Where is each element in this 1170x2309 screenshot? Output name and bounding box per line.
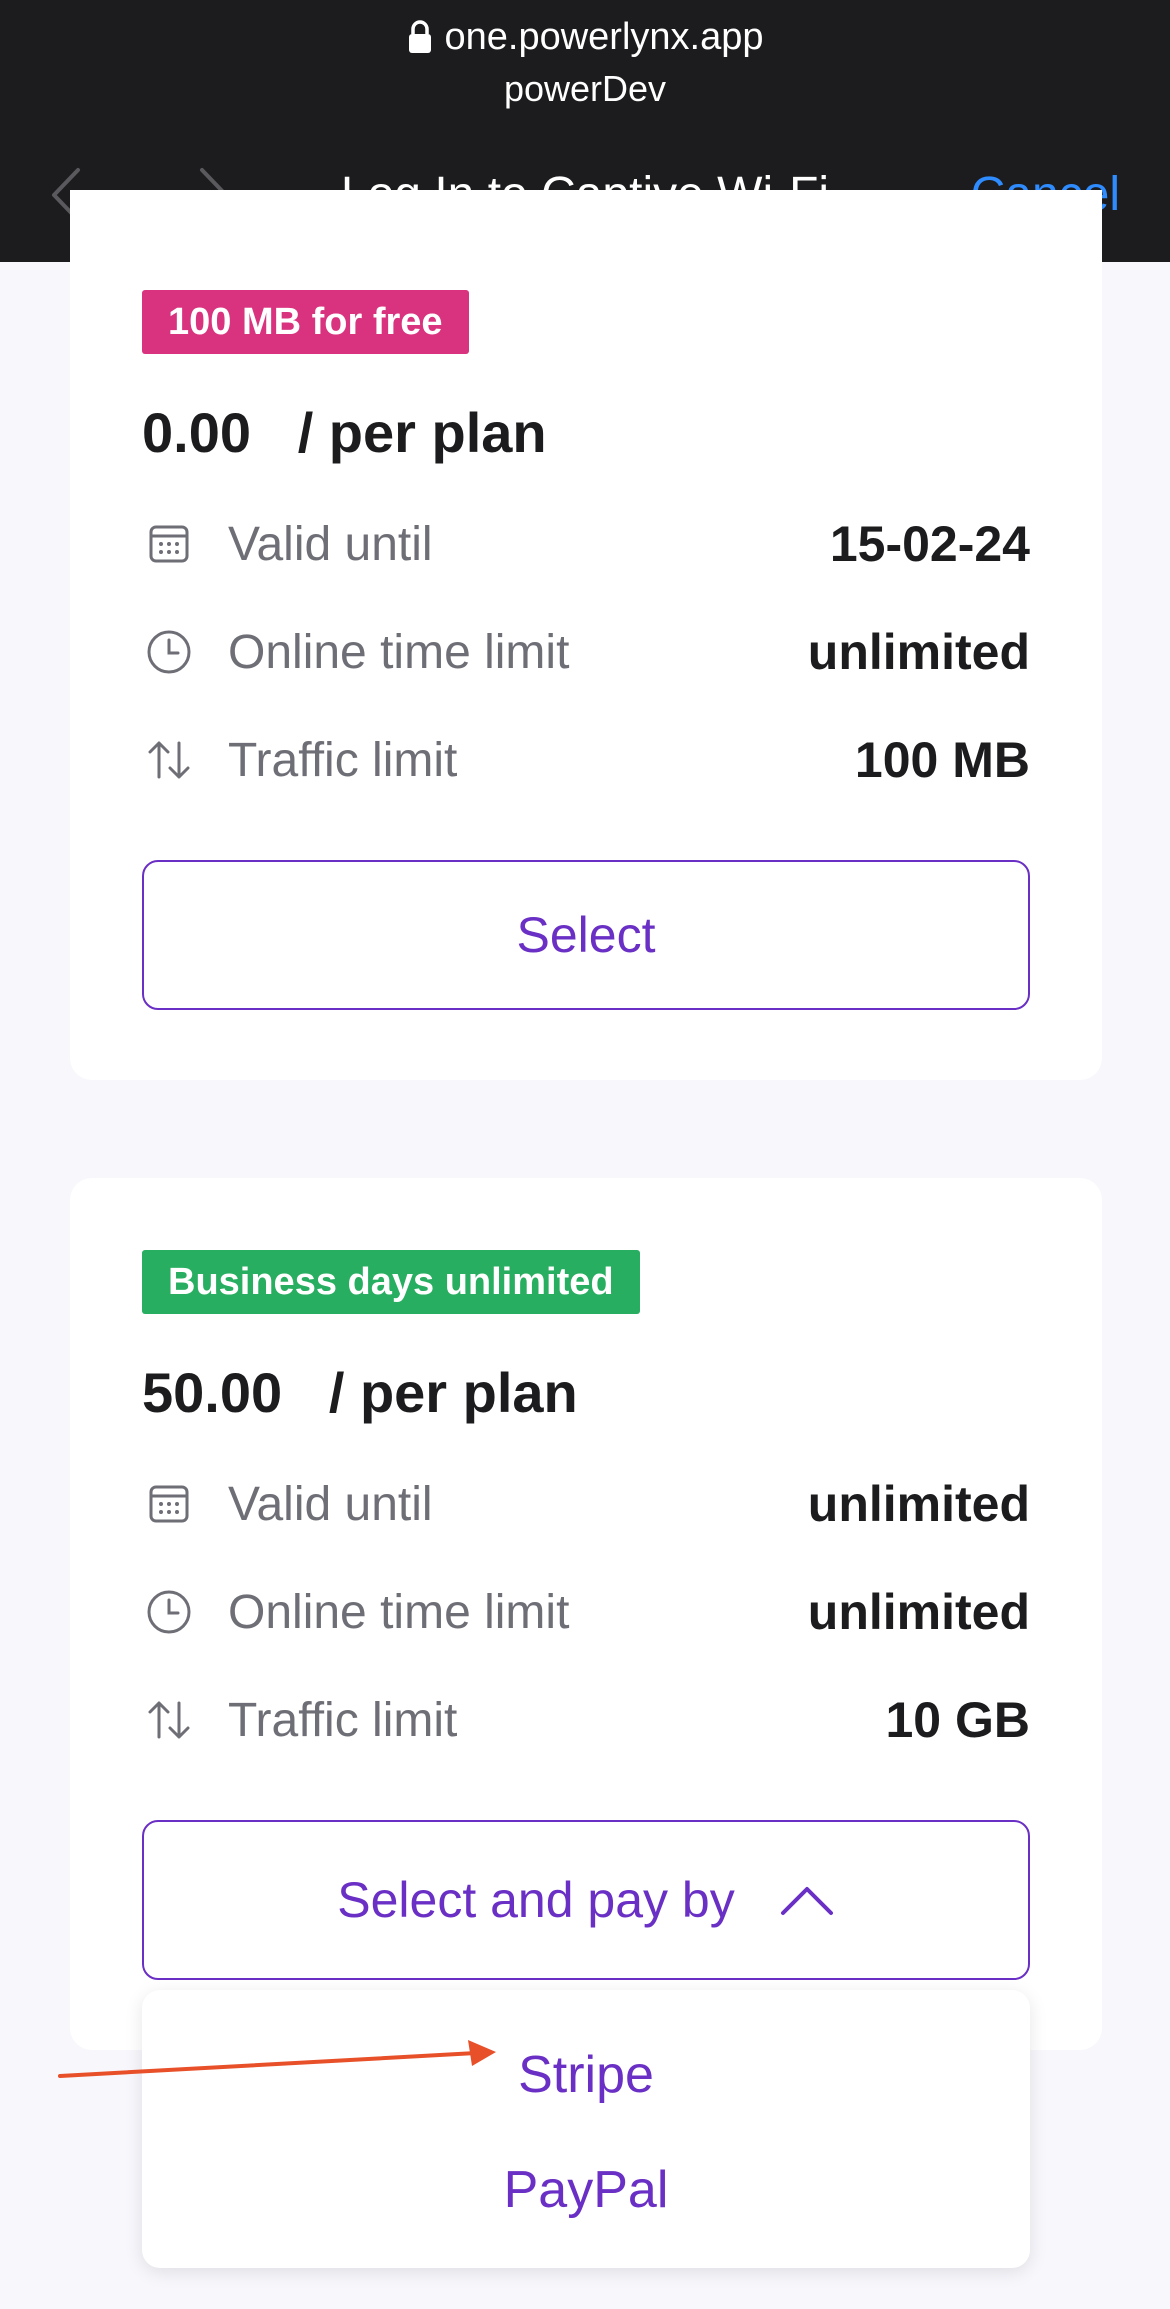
feature-label: Valid until — [228, 517, 433, 571]
feature-value: unlimited — [807, 624, 1030, 680]
plan-card-business: Business days unlimited 50.00 / per plan… — [70, 1178, 1102, 2050]
url-display: one.powerlynx.app — [0, 12, 1170, 62]
plan-price: 0.00 / per plan — [142, 400, 547, 465]
payment-option-paypal[interactable]: PayPal — [142, 2130, 1030, 2250]
up-down-arrows-icon — [148, 741, 190, 779]
select-and-pay-button[interactable]: Select and pay by — [142, 1820, 1030, 1980]
select-and-pay-label: Select and pay by — [337, 1872, 735, 1928]
select-button-label: Select — [516, 907, 656, 963]
feature-valid-until: Valid until 15-02-24 — [142, 504, 1030, 584]
feature-value: unlimited — [807, 1584, 1030, 1640]
feature-valid-until: Valid until unlimited — [142, 1464, 1030, 1544]
site-subtitle: powerDev — [503, 68, 667, 109]
clock-icon — [147, 1590, 191, 1634]
clock-icon — [147, 630, 191, 674]
feature-label: Traffic limit — [228, 1693, 458, 1747]
plan-badge: 100 MB for free — [142, 290, 469, 354]
annotation-arrow-icon — [58, 2040, 496, 2078]
price-amount: 0.00 — [142, 401, 251, 464]
feature-label: Online time limit — [228, 625, 570, 679]
feature-traffic: Traffic limit 100 MB — [142, 720, 1030, 800]
feature-value: 15-02-24 — [829, 516, 1030, 572]
feature-label: Traffic limit — [228, 733, 458, 787]
feature-value: 100 MB — [854, 732, 1030, 788]
feature-online-time: Online time limit unlimited — [142, 612, 1030, 692]
plan-card-free: 100 MB for free 0.00 / per plan Valid un… — [70, 190, 1102, 1080]
url-text: one.powerlynx.app — [444, 15, 764, 58]
lock-icon — [408, 20, 431, 53]
feature-value: 10 GB — [885, 1692, 1030, 1748]
price-amount: 50.00 — [142, 1361, 283, 1424]
feature-label: Online time limit — [228, 1585, 570, 1639]
plan-badge: Business days unlimited — [142, 1250, 640, 1314]
calendar-icon — [149, 1485, 189, 1523]
plan-price: 50.00 / per plan — [142, 1360, 578, 1425]
price-suffix: / per plan — [297, 401, 547, 464]
chevron-up-icon — [780, 1887, 833, 1915]
feature-label: Valid until — [228, 1477, 433, 1531]
feature-traffic: Traffic limit 10 GB — [142, 1680, 1030, 1760]
select-button[interactable]: Select — [142, 860, 1030, 1010]
price-suffix: / per plan — [328, 1361, 578, 1424]
feature-value: unlimited — [807, 1476, 1030, 1532]
calendar-icon — [149, 525, 189, 563]
up-down-arrows-icon — [148, 1701, 190, 1739]
feature-online-time: Online time limit unlimited — [142, 1572, 1030, 1652]
